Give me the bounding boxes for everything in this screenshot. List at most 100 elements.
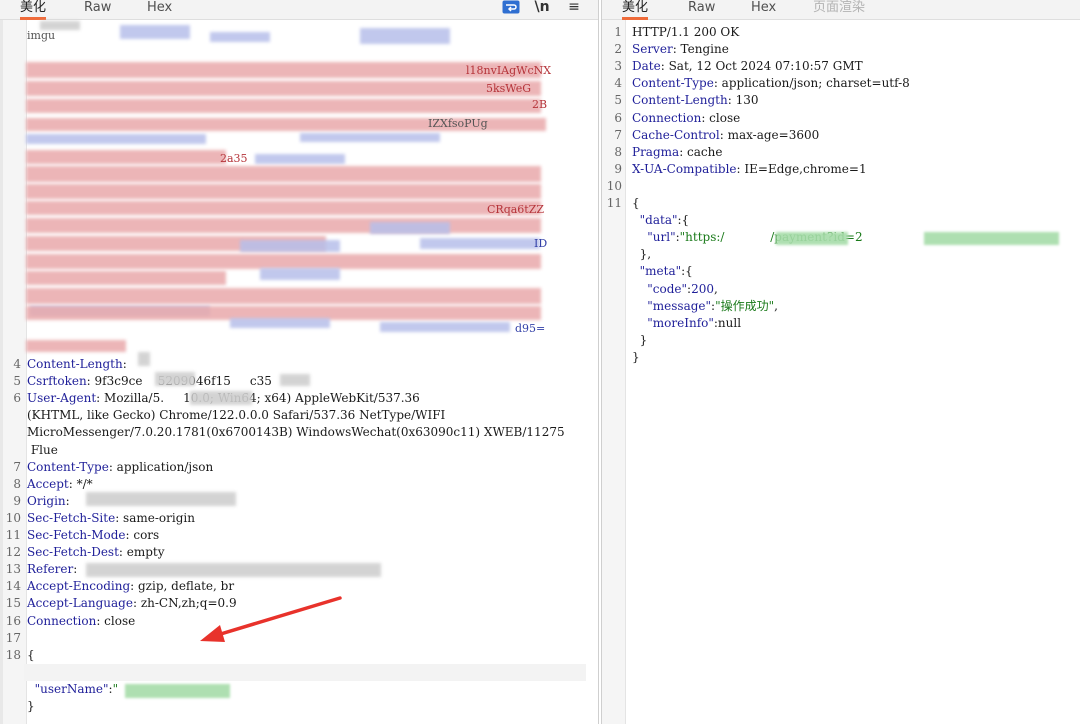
redacted-referer [86,563,381,577]
header-separator: : [96,391,105,406]
header-value: cors [133,528,160,542]
header-separator: : [679,144,688,159]
redacted-payment-id [924,232,1059,245]
header-separator: : [115,510,124,525]
response-line: { [632,195,640,212]
request-tab-hex[interactable]: Hex [147,0,172,17]
line-text: }, [632,247,652,262]
line-text: { [632,196,640,210]
request-line: Referer: [27,561,81,578]
hamburger-menu-icon[interactable]: ≡ [566,0,582,15]
header-name: Sec-Fetch-Mode [27,528,126,542]
line-number: 8 [614,144,622,159]
line-number: 7 [13,459,21,474]
header-name: Sec-Fetch-Dest [27,545,119,560]
response-line: "moreInfo":null [632,315,741,332]
header-name: Server [632,42,673,57]
response-tab-hex[interactable]: Hex [751,0,776,17]
header-name: Connection [27,613,97,628]
header-name: Content-Type [632,76,714,91]
response-tab-pretty[interactable]: 美化 [622,0,649,20]
header-name: Pragma [632,144,680,159]
header-name: Date [632,59,661,74]
header-name: Content-Length [27,357,123,371]
line-number: 13 [5,562,21,577]
fragment-4: 2B [532,98,548,111]
header-name: Accept-Encoding [27,579,131,594]
line-number: 15 [5,596,21,611]
header-value-tail: c35 [249,374,272,389]
wrap-lines-icon[interactable] [500,0,522,15]
request-line: Sec-Fetch-Mode: cors [27,527,159,544]
line-number: 6 [13,391,21,406]
header-separator: : [701,110,710,125]
header-value: */* [76,476,93,491]
request-line: Sec-Fetch-Site: same-origin [27,510,195,527]
response-line: "code":200, [632,281,718,298]
line-number: 4 [13,357,21,371]
request-line: MicroMessenger/7.0.20.1781(0x6700143B) W… [27,424,565,441]
header-separator: : [86,374,95,389]
fragment-3: 5ksWeG [486,82,532,95]
header-name: Accept [27,476,69,491]
line-number: 5 [13,374,21,389]
response-line: "meta":{ [632,263,693,280]
header-name: User-Agent [27,391,97,406]
response-line: }, [632,246,651,263]
fragment-9: d95= [515,322,546,335]
line-number: 3 [614,59,622,74]
header-separator: : [65,493,74,508]
response-tab-raw[interactable]: Raw [688,0,715,17]
line-number: 8 [13,476,21,491]
redacted-origin [86,492,236,506]
active-line-highlight [24,663,586,681]
request-line: Origin: [27,493,74,510]
request-pane: 美化 Raw Hex \n ≡ imgu l18nvIAgWcNX 5ksWeG… [0,0,599,724]
request-tab-raw[interactable]: Raw [84,0,111,17]
line-text: "code":200, [647,281,718,296]
line-number: 10 [5,510,21,525]
header-value: empty [126,545,165,560]
header-separator: : [713,76,722,91]
request-line: Content-Length: [27,356,131,373]
response-line: Connection: close [632,110,740,127]
response-pane: 美化 Raw Hex 页面渲染 1 HTTP/1.1 200 OK 2 Server:… [601,0,1080,724]
response-line: } [632,332,648,349]
header-separator: : [727,93,736,108]
line-number: 9 [13,493,21,508]
request-tab-pretty[interactable]: 美化 [20,0,47,20]
line-number: 6 [614,110,622,125]
header-value: Mozilla/5. [104,391,165,406]
header-separator: : [96,613,105,628]
header-value: 130 [735,93,759,108]
header-value: 9f3c9ce [94,374,143,389]
response-line: "data":{ [632,212,690,229]
header-value: cache [687,144,723,159]
request-line: Csrftoken: 9f3c9ce 5209046f15 c35 [27,373,272,390]
fragment-1: imgu [27,29,56,42]
header-separator: : [73,562,82,577]
line-number: 10 [606,178,622,193]
header-separator: : [672,42,681,57]
line-text: "url":"https:/ [647,230,725,245]
request-line: { [27,647,35,664]
line-text: "data":{ [639,213,690,228]
line-number: 17 [5,630,21,645]
response-tab-render[interactable]: 页面渲染 [813,0,865,17]
line-text: } [632,349,640,364]
redacted-user-agent [190,391,252,405]
line-text: "message":"操作成功", [647,298,778,313]
header-value: max-age=3600 [727,127,820,142]
line-text: } [632,332,648,347]
json-string: " [112,681,119,696]
line-text: } [27,699,35,713]
header-separator: : [660,59,669,74]
request-line: "userName":" [27,681,118,698]
request-line: Connection: close [27,613,135,630]
line-number: 16 [5,613,21,628]
newline-toggle-icon[interactable]: \n [534,0,550,15]
header-name: X-UA-Compatible [632,161,737,176]
response-line: "message":"操作成功", [632,298,778,315]
header-name: Content-Length [632,93,728,108]
request-line: (KHTML, like Gecko) Chrome/122.0.0.0 Saf… [27,407,445,424]
